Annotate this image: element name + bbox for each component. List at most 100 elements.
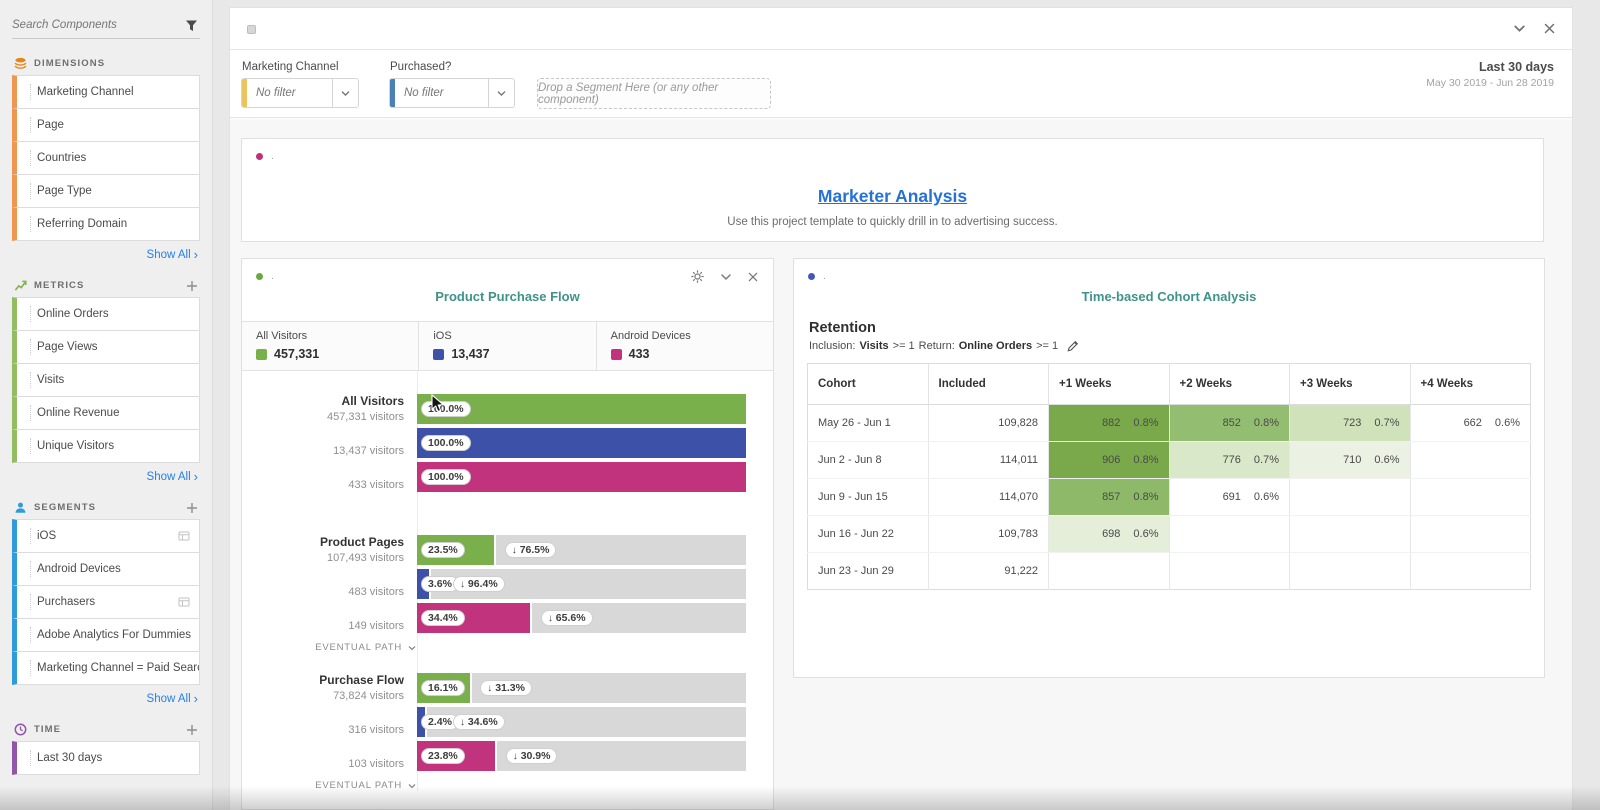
- retention-percent: 0.8%: [1253, 417, 1279, 429]
- retention-cell[interactable]: 723 0.7%: [1289, 404, 1411, 442]
- bar-percent-label: 100.0%: [421, 469, 471, 485]
- component-label: Last 30 days: [37, 752, 103, 764]
- retention-cell[interactable]: 857 0.8%: [1048, 478, 1170, 516]
- project-title-link[interactable]: Marketer Analysis: [242, 186, 1543, 207]
- panel-icon: [247, 25, 256, 34]
- chevron-down-icon[interactable]: [488, 79, 514, 107]
- eventual-path-toggle[interactable]: EVENTUAL PATH: [242, 642, 427, 653]
- settings-gear-icon[interactable]: [690, 269, 705, 284]
- down-arrow-icon: ↓: [460, 579, 465, 590]
- down-arrow-icon: ↓: [511, 545, 517, 556]
- section-header-segments: SEGMENTS: [14, 501, 198, 514]
- legend-tab-android-devices[interactable]: Android Devices 433: [596, 322, 773, 370]
- legend-tab-ios[interactable]: iOS 13,437: [419, 322, 597, 370]
- fallout-bar-track: 23.8% ↓ 30.9%: [417, 741, 746, 771]
- edit-pencil-icon[interactable]: [1067, 340, 1079, 352]
- retention-cell[interactable]: 852 0.8%: [1169, 404, 1290, 442]
- step-name: All Visitors: [341, 394, 404, 408]
- fallout-step: All Visitors 457,331 visitors 100.0% 13,437…: [242, 394, 746, 492]
- retention-count: 882: [1102, 417, 1121, 429]
- included-cell: 114,011: [928, 441, 1049, 479]
- component-label: Android Devices: [37, 563, 121, 575]
- component-item[interactable]: Page: [12, 108, 200, 142]
- legend-name: Android Devices: [610, 330, 691, 342]
- eventual-path-toggle[interactable]: EVENTUAL PATH: [242, 780, 427, 791]
- component-item[interactable]: Marketing Channel: [12, 75, 200, 109]
- close-visualization-icon[interactable]: [747, 271, 759, 283]
- component-item[interactable]: Marketing Channel = Paid Search: [12, 651, 200, 685]
- marketing-channel-filter-dropdown[interactable]: No filter: [241, 78, 359, 108]
- retention-count: 662: [1463, 417, 1482, 429]
- component-item[interactable]: Last 30 days: [12, 741, 200, 775]
- component-item[interactable]: iOS: [12, 519, 200, 553]
- segment-drop-zone[interactable]: Drop a Segment Here (or any other compon…: [537, 78, 771, 109]
- component-label: iOS: [37, 530, 57, 542]
- cohort-column-header: +4 Weeks: [1410, 363, 1531, 405]
- cohort-panel: . Time-based Cohort Analysis Retention I…: [793, 258, 1545, 678]
- component-item[interactable]: Page Views: [12, 330, 200, 364]
- component-item[interactable]: Online Revenue: [12, 396, 200, 430]
- component-item[interactable]: Purchasers: [12, 585, 200, 619]
- included-cell: 109,783: [928, 515, 1049, 553]
- retention-cell[interactable]: 906 0.8%: [1048, 441, 1170, 479]
- chevron-down-icon[interactable]: [332, 79, 358, 107]
- component-item[interactable]: Visits: [12, 363, 200, 397]
- legend-value-row: 433: [610, 347, 773, 361]
- retention-cell[interactable]: 662 0.6%: [1410, 404, 1531, 442]
- retention-cell[interactable]: 882 0.8%: [1048, 404, 1170, 442]
- component-item[interactable]: Referring Domain: [12, 207, 200, 241]
- collapse-panel-icon[interactable]: [1512, 21, 1527, 36]
- fallout-row-label: 316 visitors: [242, 707, 417, 737]
- date-range[interactable]: Last 30 days May 30 2019 - Jun 28 2019: [1426, 60, 1554, 89]
- show-all-link-segments[interactable]: Show All ›: [14, 692, 198, 705]
- retention-cell[interactable]: 710 0.6%: [1289, 441, 1411, 479]
- component-item[interactable]: Page Type: [12, 174, 200, 208]
- search-input[interactable]: [12, 19, 183, 31]
- add-time-button[interactable]: [186, 724, 198, 736]
- legend-swatch: [610, 348, 622, 360]
- component-sidebar: DIMENSIONS Marketing Channel Page Countries…: [0, 0, 213, 810]
- component-label: Referring Domain: [37, 218, 128, 230]
- show-all-link-metrics[interactable]: Show All ›: [14, 470, 198, 483]
- retention-cell: [1410, 478, 1531, 516]
- collapse-visualization-icon[interactable]: [719, 270, 733, 284]
- component-item[interactable]: Online Orders: [12, 297, 200, 331]
- component-item[interactable]: Countries: [12, 141, 200, 175]
- drag-grip-icon: [30, 117, 31, 133]
- retention-cell: [1289, 552, 1411, 590]
- close-panel-icon[interactable]: [1543, 22, 1556, 35]
- retention-values: 776 0.7%: [1180, 454, 1279, 466]
- component-item[interactable]: Unique Visitors: [12, 429, 200, 463]
- fallout-row-label: All Visitors 457,331 visitors: [242, 394, 417, 424]
- retention-cell[interactable]: 691 0.6%: [1169, 478, 1290, 516]
- retention-cell[interactable]: 698 0.6%: [1048, 515, 1170, 553]
- show-all-label: Show All: [146, 249, 191, 261]
- retention-cell: [1169, 552, 1290, 590]
- retention-cell[interactable]: 776 0.7%: [1169, 441, 1290, 479]
- retention-count: 710: [1343, 454, 1362, 466]
- drag-grip-icon: [30, 339, 31, 355]
- fallout-percent-label: ↓ 65.6%: [540, 610, 593, 626]
- eventual-path-label: EVENTUAL PATH: [315, 642, 402, 653]
- fallout-row: 316 visitors 2.4% ↓ 34.6%: [242, 707, 746, 737]
- visualization-title: Product Purchase Flow: [435, 289, 580, 304]
- add-segments-button[interactable]: [186, 502, 198, 514]
- panel-label: .: [823, 271, 826, 282]
- retention-values: 857 0.8%: [1059, 491, 1158, 503]
- add-metrics-button[interactable]: [186, 280, 198, 292]
- fallout-row-label: Purchase Flow 73,824 visitors: [242, 673, 417, 703]
- show-all-link-dimensions[interactable]: Show All ›: [14, 248, 198, 261]
- legend-tab-all-visitors[interactable]: All Visitors 457,331: [242, 322, 420, 370]
- cohort-column-header: +3 Weeks: [1289, 363, 1411, 405]
- filter2-label: Purchased?: [390, 61, 452, 73]
- step-name: Purchase Flow: [319, 673, 404, 687]
- retention-count: 906: [1102, 454, 1121, 466]
- retention-cell: [1048, 552, 1170, 590]
- component-item[interactable]: Adobe Analytics For Dummies: [12, 618, 200, 652]
- purchased-filter-dropdown[interactable]: No filter: [389, 78, 515, 108]
- component-item[interactable]: Android Devices: [12, 552, 200, 586]
- step-visitors: 149 visitors: [348, 620, 404, 632]
- filter-icon[interactable]: [183, 17, 200, 34]
- time-icon: [14, 723, 27, 736]
- dimensions-icon: [14, 57, 27, 70]
